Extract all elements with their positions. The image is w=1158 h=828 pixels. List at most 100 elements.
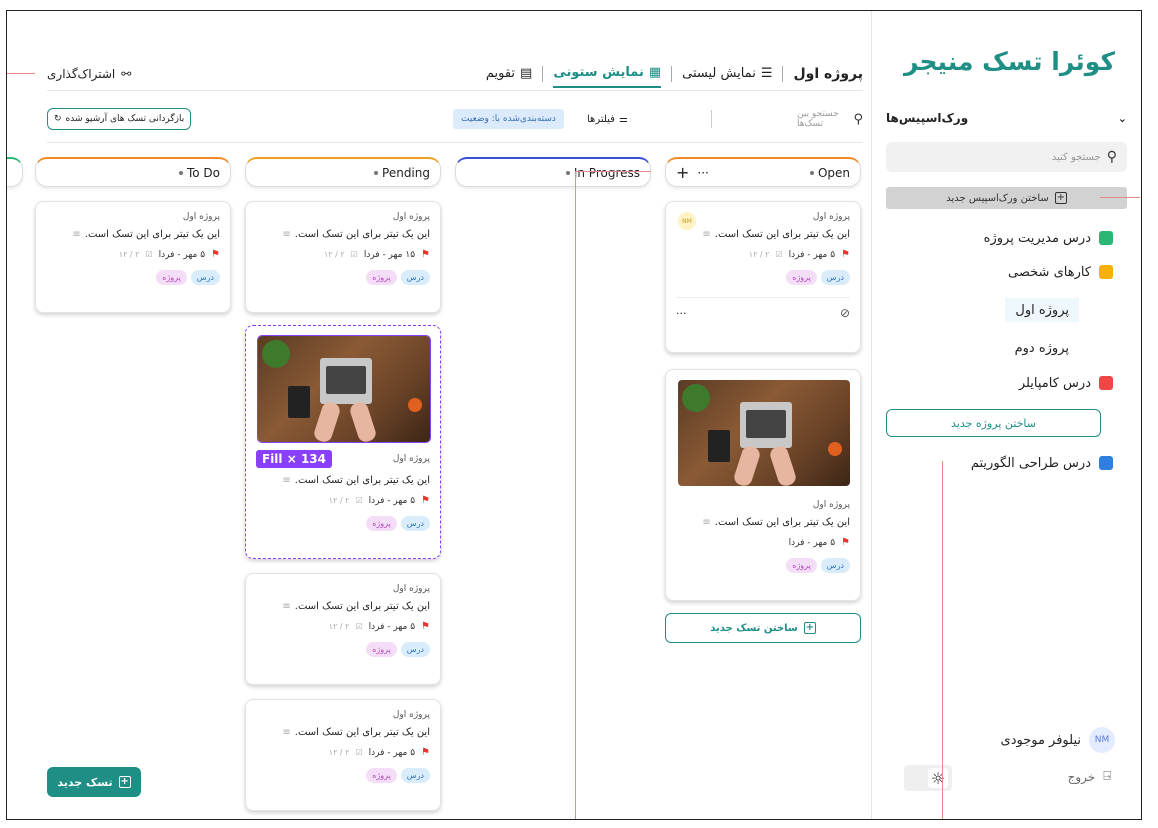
column-header-in-progress[interactable]: In Progress (455, 157, 651, 187)
tag[interactable]: درس (400, 768, 430, 783)
checklist-icon: ☑ (775, 250, 783, 259)
card-date: ۵ مهر - فردا (368, 495, 416, 506)
tag[interactable]: پروژه (366, 768, 397, 783)
tag[interactable]: درس (820, 270, 850, 285)
tab-list-view[interactable]: ☰ نمایش لیستی (682, 60, 772, 87)
flag-icon: ⚑ (421, 747, 430, 758)
card-project: پروژه اول (182, 212, 220, 222)
tag[interactable]: پروژه (366, 642, 397, 657)
tag[interactable]: پروژه (786, 558, 817, 573)
new-project-button[interactable]: ساختن پروژه جدید (886, 409, 1101, 437)
sidebar-item-project-management[interactable]: درس مدیریت پروژه (984, 227, 1113, 249)
column-header-pending[interactable]: Pending (245, 157, 441, 187)
card-cover-image (678, 380, 850, 486)
task-card[interactable]: پروژه اول این یک تیتر برای این تسک است. ≡… (245, 201, 441, 313)
logout-icon: ⍈ (1103, 769, 1111, 784)
assignee-avatar: NM (678, 212, 696, 230)
hand-shape (312, 400, 342, 442)
add-icon[interactable]: + (676, 163, 689, 182)
plus-icon: + (118, 776, 131, 788)
calendar-icon: ▤ (520, 66, 533, 81)
filters-button[interactable]: فیلترها ⚌ (587, 114, 628, 125)
column-header-open[interactable]: Open ··· + (665, 157, 861, 187)
sidebar-subitem-project-2[interactable]: پروژه دوم (1005, 336, 1079, 360)
restore-archived-button[interactable]: ↻ بازگردانی تسک های آرشیو شده (47, 108, 192, 130)
description-icon: ≡ (702, 229, 711, 240)
task-card-selected[interactable]: پروژه اول Fill × 134 این یک تیتر برای ای… (245, 325, 441, 559)
tag[interactable]: درس (400, 642, 430, 657)
sidebar-item-compiler[interactable]: درس کامپایلر (1019, 372, 1113, 394)
grouping-label: دسته‌بندی‌شده با: وضعیت (461, 114, 556, 124)
restore-label: بازگردانی تسک های آرشیو شده (65, 114, 185, 124)
tag[interactable]: پروژه (366, 516, 397, 531)
new-project-label: ساختن پروژه جدید (951, 416, 1036, 430)
card-title: این یک تیتر برای این تسک است. (714, 229, 850, 240)
tag[interactable]: درس (190, 270, 220, 285)
column-header-partial[interactable]: e (7, 157, 23, 187)
tag[interactable]: پروژه (156, 270, 187, 285)
logout-label: خروج (1067, 769, 1096, 784)
sidebar-item-label: پروژه دوم (1014, 340, 1069, 356)
share-label: اشتراک‌گذاری (47, 66, 116, 81)
dimension-annotation: Fill × 134 (256, 450, 332, 468)
tag[interactable]: درس (400, 270, 430, 285)
sidebar-item-personal[interactable]: کارهای شخصی (1008, 261, 1113, 283)
plus-icon: + (803, 622, 816, 634)
workspace-search-input[interactable]: ⚲ جستجو کنید (886, 142, 1127, 172)
workspaces-header[interactable]: ورک‌اسپیس‌ها ⌄ (886, 107, 1127, 129)
card-project: پروژه اول (392, 710, 430, 720)
project-title: پروژه اول (793, 65, 863, 82)
task-card[interactable]: پروژه اول این یک تیتر برای این تسک است. ≡… (245, 699, 441, 811)
board-toolbar: ↻ بازگردانی تسک های آرشیو شده دسته‌بندی‌… (47, 107, 863, 131)
task-card[interactable]: پروژه اول این یک تیتر برای این تسک است. ≡… (245, 573, 441, 685)
more-icon[interactable]: ··· (676, 307, 687, 320)
new-task-button[interactable]: + ساختن تسک جدید (665, 613, 861, 643)
tab-calendar[interactable]: ▤ تقویم (486, 60, 532, 87)
theme-toggle[interactable]: ☼ (904, 765, 952, 791)
column-title: In Progress (573, 165, 640, 180)
task-search-input[interactable]: جستجو بین تسک‌ها ⚲ (797, 109, 863, 129)
checklist-count: ۲ / ۱۲ (328, 622, 350, 631)
user-name: نیلوفر موجودی (1000, 732, 1081, 748)
share-button[interactable]: اشتراک‌گذاری ⚯ (47, 67, 131, 81)
sidebar-item-algorithm[interactable]: درس طراحی الگوریتم (971, 452, 1113, 474)
description-icon: ≡ (702, 517, 711, 528)
tag[interactable]: پروژه (366, 270, 397, 285)
app-logo: کوئرا تسک منیجر (903, 47, 1115, 76)
plant-shape (682, 384, 710, 412)
column-header-todo[interactable]: To Do (35, 157, 231, 187)
checklist-icon: ☑ (355, 496, 363, 505)
share-icon: ⚯ (121, 66, 132, 81)
checklist-count: ۲ / ۱۲ (328, 748, 350, 757)
grouping-badge[interactable]: دسته‌بندی‌شده با: وضعیت (453, 109, 564, 129)
tag[interactable]: درس (820, 558, 850, 573)
annotation-line (575, 171, 651, 172)
card-date: ۵ مهر - فردا (368, 747, 416, 758)
column-title: Pending (382, 165, 430, 180)
task-card[interactable]: پروژه اول این یک تیتر برای این تسک است. ≡… (665, 369, 861, 601)
flower-shape (828, 442, 842, 456)
divider (711, 110, 712, 128)
divider (671, 65, 673, 82)
app-window: اشتراک‌گذاری ⚯ پروژه اول ☰ نمایش لیستی ▦… (6, 10, 1142, 820)
sidebar-subitem-project-1[interactable]: پروژه اول (1005, 298, 1079, 322)
main-area: اشتراک‌گذاری ⚯ پروژه اول ☰ نمایش لیستی ▦… (7, 11, 873, 819)
more-icon[interactable]: ··· (697, 166, 708, 180)
check-circle-icon[interactable]: ⊘ (840, 306, 850, 320)
tag[interactable]: پروژه (786, 270, 817, 285)
sun-icon: ☼ (928, 768, 948, 788)
card-title: این یک تیتر برای این تسک است. (294, 475, 430, 486)
checklist-icon: ☑ (355, 622, 363, 631)
tab-column-view[interactable]: ▦ نمایش ستونی (553, 59, 662, 88)
tag[interactable]: درس (400, 516, 430, 531)
sidebar-item-label: کارهای شخصی (1008, 264, 1091, 280)
task-card[interactable]: پروژه اول این یک تیتر برای این تسک است. ≡… (35, 201, 231, 313)
new-workspace-button[interactable]: + ساختن ورک‌اسپیس جدید (886, 187, 1127, 209)
dot-icon (809, 170, 814, 175)
sidebar-item-label: درس کامپایلر (1018, 375, 1091, 391)
new-task-fab[interactable]: + تسک جدید (47, 767, 141, 797)
card-cover-image (257, 335, 431, 443)
user-profile[interactable]: نیلوفر موجودی NM (1001, 727, 1115, 753)
logout-button[interactable]: خروج ⍈ (1068, 769, 1111, 784)
task-card[interactable]: NM پروژه اول این یک تیتر برای این تسک اس… (665, 201, 861, 353)
